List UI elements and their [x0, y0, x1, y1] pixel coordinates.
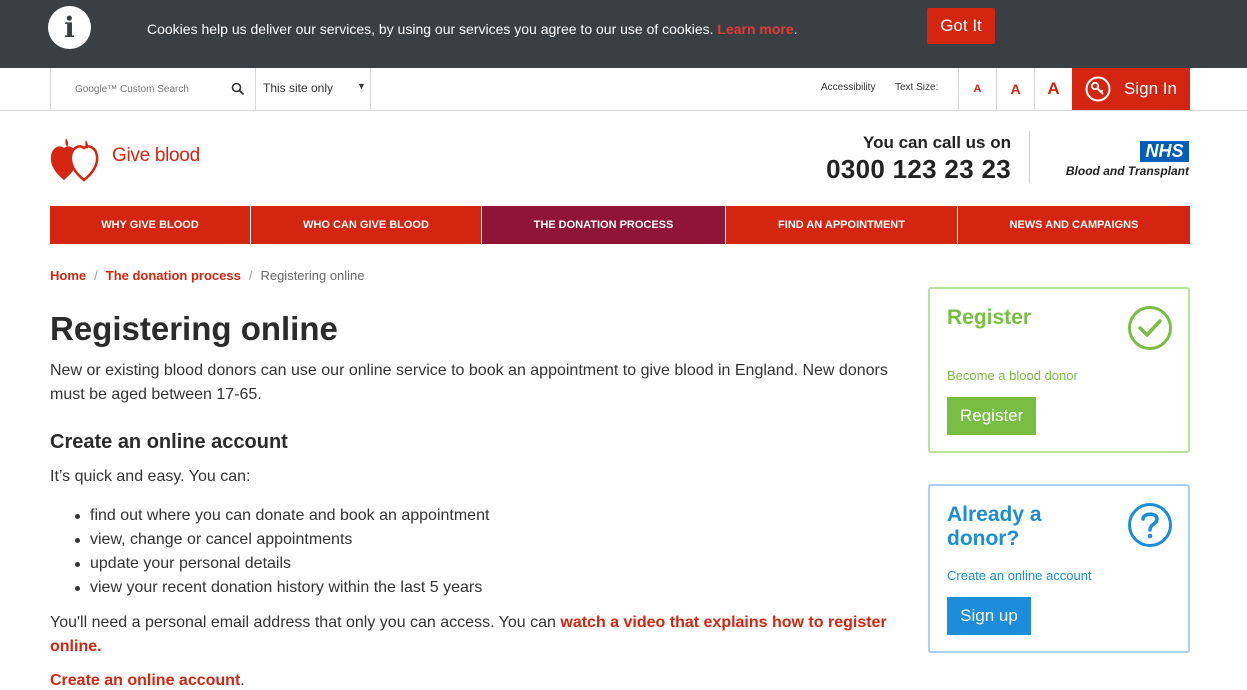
breadcrumb-donation-process[interactable]: The donation process	[106, 268, 241, 283]
list-item: update your personal details	[74, 552, 489, 576]
text-size-small-button[interactable]: A	[958, 68, 996, 110]
call-us-title: You can call us on	[863, 133, 1011, 152]
search-scope-value: This site only	[263, 81, 334, 95]
question-circle-icon	[1128, 503, 1172, 547]
breadcrumb-current: Registering online	[260, 268, 365, 283]
main-nav: WHY GIVE BLOOD WHO CAN GIVE BLOOD THE DO…	[50, 206, 1190, 244]
breadcrumb-separator: /	[94, 268, 98, 283]
sign-in-button[interactable]: Sign In	[1072, 68, 1190, 110]
chevron-down-icon: ▼	[357, 81, 366, 91]
got-it-button[interactable]: Got It	[927, 8, 995, 44]
give-blood-logo-icon[interactable]	[50, 136, 108, 182]
learn-more-link[interactable]: Learn more	[717, 21, 793, 37]
breadcrumb: Home / The donation process / Registering on…	[50, 268, 365, 283]
register-title: Register	[947, 306, 1032, 329]
cookie-period: .	[793, 21, 798, 37]
donor-title: Already a donor?	[947, 503, 1042, 551]
nav-why-give-blood[interactable]: WHY GIVE BLOOD	[50, 206, 251, 244]
feature-list: find out where you can donate and book a…	[74, 504, 489, 600]
list-item: find out where you can donate and book a…	[74, 504, 489, 528]
info-icon: i	[48, 6, 91, 49]
breadcrumb-separator: /	[248, 268, 253, 283]
donor-title-line1: Already a	[947, 503, 1042, 526]
nav-who-can-give-blood[interactable]: WHO CAN GIVE BLOOD	[251, 206, 482, 244]
nav-news-and-campaigns[interactable]: NEWS AND CAMPAIGNS	[958, 206, 1190, 244]
nav-find-an-appointment[interactable]: FIND AN APPOINTMENT	[726, 206, 958, 244]
register-box: Register Become a blood donor Register	[928, 287, 1190, 453]
search-box	[50, 68, 256, 110]
sign-up-button[interactable]: Sign up	[947, 597, 1031, 635]
key-icon	[1085, 76, 1111, 102]
text-size-large-button[interactable]: A	[1034, 68, 1072, 110]
sign-in-label: Sign In	[1124, 79, 1177, 98]
utility-bar: This site only ▼ Accessibility Text Size…	[0, 68, 1247, 111]
email-text: You'll need a personal email address tha…	[50, 614, 556, 631]
create-period: .	[240, 672, 245, 689]
cookie-banner: i Cookies help us deliver our services, …	[0, 0, 1247, 68]
create-account-link[interactable]: Create an online account	[50, 672, 240, 689]
search-icon[interactable]	[231, 82, 245, 96]
text-size-medium-button[interactable]: A	[996, 68, 1034, 110]
cookie-message: Cookies help us deliver our services, by…	[147, 20, 798, 38]
create-account-paragraph: Create an online account.	[50, 672, 245, 690]
register-text: Become a blood donor	[947, 368, 1078, 383]
phone-number: 0300 123 23 23	[826, 154, 1011, 184]
text-size-label: Text Size:	[895, 82, 939, 93]
section-title: Create an online account	[50, 431, 288, 453]
list-item: view, change or cancel appointments	[74, 528, 489, 552]
cookie-message-text: Cookies help us deliver our services, by…	[147, 21, 714, 37]
donor-title-line2: donor?	[947, 527, 1020, 550]
search-input[interactable]	[51, 68, 221, 110]
donor-text: Create an online account	[947, 568, 1092, 583]
nhs-subtitle: Blood and Transplant	[1065, 164, 1189, 178]
breadcrumb-home[interactable]: Home	[50, 268, 86, 283]
register-button[interactable]: Register	[947, 397, 1036, 435]
lead-text: It’s quick and easy. You can:	[50, 468, 251, 485]
already-donor-box: Already a donor? Create an online accoun…	[928, 484, 1190, 653]
nav-the-donation-process[interactable]: THE DONATION PROCESS	[482, 206, 726, 244]
page-title: Registering online	[50, 310, 338, 347]
email-paragraph: You'll need a personal email address tha…	[50, 611, 900, 659]
check-circle-icon	[1128, 306, 1172, 350]
list-item: view your recent donation history within…	[74, 576, 489, 600]
nhs-logo: NHS	[1140, 141, 1189, 162]
intro-text: New or existing blood donors can use our…	[50, 362, 888, 403]
search-scope-select[interactable]: This site only ▼	[256, 68, 371, 110]
accessibility-link[interactable]: Accessibility	[821, 82, 875, 93]
logo-text[interactable]: Give blood	[112, 145, 200, 167]
